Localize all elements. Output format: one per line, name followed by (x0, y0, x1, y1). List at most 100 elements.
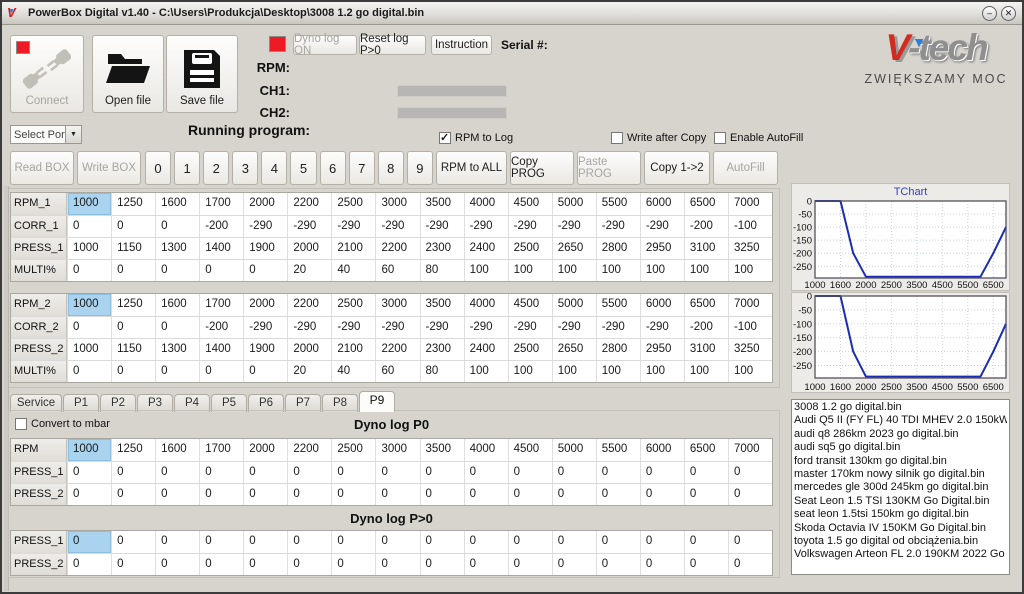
table-cell[interactable]: 2100 (331, 339, 375, 360)
table-cell[interactable]: 2800 (596, 339, 640, 360)
minimize-button[interactable]: – (982, 6, 997, 21)
table-cell[interactable]: 2950 (640, 339, 684, 360)
table-cell[interactable]: 0 (243, 531, 287, 553)
file-list-item[interactable]: Skoda Octavia IV 150KM Go Digital.bin (794, 522, 1007, 535)
table-cell[interactable]: 0 (67, 260, 111, 281)
table-cell[interactable]: -290 (640, 317, 684, 338)
table-cell[interactable]: 4000 (464, 193, 508, 215)
table-cell[interactable]: 2500 (331, 439, 375, 461)
table-cell[interactable]: -290 (552, 216, 596, 237)
table-cell[interactable]: 4000 (464, 439, 508, 461)
table-cell[interactable]: 2200 (287, 294, 331, 316)
table-cell[interactable]: -290 (420, 317, 464, 338)
table-cell[interactable]: 0 (508, 554, 552, 575)
table-cell[interactable]: 0 (331, 462, 375, 483)
table-cell[interactable]: 0 (67, 462, 111, 483)
file-list-item[interactable]: mercedes gle 300d 245km go digital.bin (794, 481, 1007, 494)
table-cell[interactable]: 100 (596, 361, 640, 382)
file-list-item[interactable]: audi q8 286km 2023 go digital.bin (794, 428, 1007, 441)
table-cell[interactable]: 40 (331, 361, 375, 382)
table-cell[interactable]: 100 (464, 361, 508, 382)
table-cell[interactable]: 2200 (375, 339, 419, 360)
table-cell[interactable]: 4500 (508, 439, 552, 461)
table-cell[interactable]: -200 (199, 216, 243, 237)
table-cell[interactable]: 0 (243, 484, 287, 505)
title-bar[interactable]: V▼ PowerBox Digital v1.40 - C:\Users\Pro… (2, 2, 1022, 25)
reset-log-button[interactable]: Reset log P>0 (359, 35, 426, 55)
table-cell[interactable]: 0 (640, 462, 684, 483)
table-cell[interactable]: -290 (508, 317, 552, 338)
table-cell[interactable]: 0 (420, 484, 464, 505)
table-cell[interactable]: 2000 (287, 238, 331, 259)
table-cell[interactable]: 0 (331, 484, 375, 505)
table-cell[interactable]: 0 (420, 462, 464, 483)
table-cell[interactable]: 3500 (420, 294, 464, 316)
table-cell[interactable]: 0 (243, 462, 287, 483)
table-cell[interactable]: 1150 (111, 339, 155, 360)
table-cell[interactable]: 0 (508, 462, 552, 483)
table-cell[interactable]: 100 (684, 260, 728, 281)
table-cell[interactable]: 0 (111, 361, 155, 382)
table-cell[interactable]: 1000 (67, 339, 111, 360)
table-cell[interactable]: 0 (375, 554, 419, 575)
save-file-button[interactable]: Save file (166, 35, 238, 113)
table-cell[interactable]: 0 (199, 554, 243, 575)
table-cell[interactable]: -200 (684, 216, 728, 237)
chevron-down-icon[interactable]: ▼ (65, 126, 81, 143)
table-cell[interactable]: 2400 (464, 238, 508, 259)
table-cell[interactable]: 0 (287, 462, 331, 483)
prog-1-button[interactable]: 1 (174, 151, 200, 185)
file-list-item[interactable]: Audi Q5 II (FY FL) 40 TDI MHEV 2.0 150kW… (794, 414, 1007, 427)
write-box-button[interactable]: Write BOX (77, 151, 141, 185)
table-cell[interactable]: 3000 (375, 193, 419, 215)
table-cell[interactable]: 80 (420, 361, 464, 382)
table-cell[interactable]: 0 (111, 531, 155, 553)
table-cell[interactable]: 0 (155, 484, 199, 505)
table-cell[interactable]: 2000 (243, 193, 287, 215)
table-cell[interactable]: -290 (375, 317, 419, 338)
table-cell[interactable]: 0 (287, 531, 331, 553)
table-cell[interactable]: 1700 (199, 193, 243, 215)
paste-prog-button[interactable]: Paste PROG (577, 151, 641, 185)
table-cell[interactable]: 5000 (552, 439, 596, 461)
table-cell[interactable]: 0 (111, 484, 155, 505)
table-cell[interactable]: 5500 (596, 439, 640, 461)
table-cell[interactable]: -290 (331, 216, 375, 237)
table-cell[interactable]: 7000 (728, 193, 772, 215)
table-cell[interactable]: 0 (552, 462, 596, 483)
rpm-to-all-button[interactable]: RPM to ALL (436, 151, 507, 185)
table-cell[interactable]: 0 (67, 484, 111, 505)
autofill-button[interactable]: AutoFill (713, 151, 778, 185)
prog-3-button[interactable]: 3 (232, 151, 258, 185)
table-cell[interactable]: 0 (331, 531, 375, 553)
table-cell[interactable]: 1000 (67, 439, 111, 461)
table-cell[interactable]: -100 (728, 216, 772, 237)
table-cell[interactable]: 1400 (199, 339, 243, 360)
table-cell[interactable]: -290 (243, 216, 287, 237)
table-cell[interactable]: 2100 (331, 238, 375, 259)
open-file-button[interactable]: Open file (92, 35, 164, 113)
table-cell[interactable]: 2400 (464, 339, 508, 360)
table-cell[interactable]: -290 (420, 216, 464, 237)
read-box-button[interactable]: Read BOX (10, 151, 74, 185)
table-cell[interactable]: 0 (728, 462, 772, 483)
table-cell[interactable]: 0 (728, 531, 772, 553)
table-cell[interactable]: 0 (596, 554, 640, 575)
table-cell[interactable]: 100 (552, 260, 596, 281)
table-cell[interactable]: 0 (243, 361, 287, 382)
prog-0-button[interactable]: 0 (145, 151, 171, 185)
table-cell[interactable]: -290 (596, 317, 640, 338)
table-cell[interactable]: 100 (508, 260, 552, 281)
table-cell[interactable]: 0 (243, 554, 287, 575)
table-cell[interactable]: 3500 (420, 439, 464, 461)
table-cell[interactable]: 0 (199, 361, 243, 382)
table-cell[interactable]: 0 (552, 554, 596, 575)
table-cell[interactable]: 0 (155, 260, 199, 281)
table-cell[interactable]: 6000 (640, 294, 684, 316)
file-list-item[interactable]: 3008 1.2 go digital.bin (794, 401, 1007, 414)
table-cell[interactable]: 0 (596, 531, 640, 553)
table-cell[interactable]: 3000 (375, 294, 419, 316)
file-list-item[interactable]: Volkswagen Arteon FL 2.0 190KM 2022 Go D… (794, 548, 1007, 561)
file-list-item[interactable]: toyota 1.5 go digital od obciążenia.bin (794, 535, 1007, 548)
table-cell[interactable]: 3250 (728, 339, 772, 360)
